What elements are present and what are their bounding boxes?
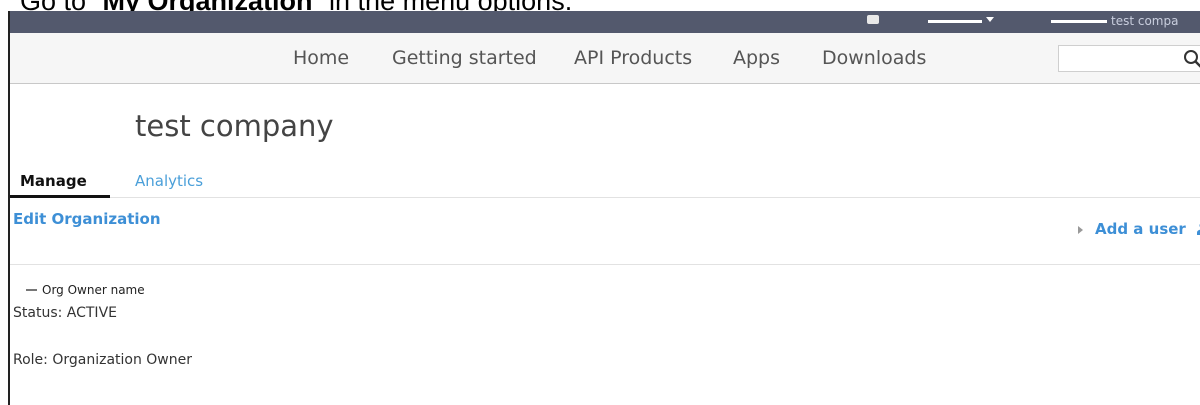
- member-role: Role: Organization Owner: [13, 352, 192, 368]
- page-title: test company: [135, 109, 334, 143]
- member-status: Status: ACTIVE: [13, 305, 117, 321]
- edit-organization-link[interactable]: Edit Organization: [13, 210, 161, 228]
- nav-getting-started[interactable]: Getting started: [392, 47, 537, 69]
- tab-analytics[interactable]: Analytics: [135, 172, 203, 190]
- nav-api-products[interactable]: API Products: [574, 47, 692, 69]
- top-bar: test compa: [10, 11, 1200, 33]
- section-divider: [10, 264, 1200, 265]
- search-input[interactable]: [1058, 45, 1200, 72]
- search-icon[interactable]: [1183, 49, 1200, 69]
- notification-icon[interactable]: [867, 15, 879, 24]
- add-user-label: Add a user: [1095, 220, 1186, 238]
- nav-apps[interactable]: Apps: [733, 47, 780, 69]
- main-nav: Home Getting started API Products Apps D…: [10, 33, 1200, 84]
- nav-home[interactable]: Home: [293, 47, 349, 69]
- triangle-right-icon: [1078, 226, 1083, 234]
- nav-downloads[interactable]: Downloads: [822, 47, 926, 69]
- tab-manage[interactable]: Manage: [20, 172, 87, 190]
- redacted-user-bar: [1051, 20, 1107, 23]
- user-org-label[interactable]: test compa: [1111, 14, 1178, 28]
- minus-icon[interactable]: [26, 289, 37, 291]
- active-tab-indicator: [10, 195, 110, 198]
- member-name: Org Owner name: [42, 283, 145, 297]
- redacted-menu[interactable]: [928, 20, 982, 23]
- chevron-down-icon[interactable]: [986, 17, 994, 22]
- browser-frame: test compa Home Getting started API Prod…: [8, 11, 1200, 405]
- tab-bar: Manage Analytics: [10, 168, 1200, 198]
